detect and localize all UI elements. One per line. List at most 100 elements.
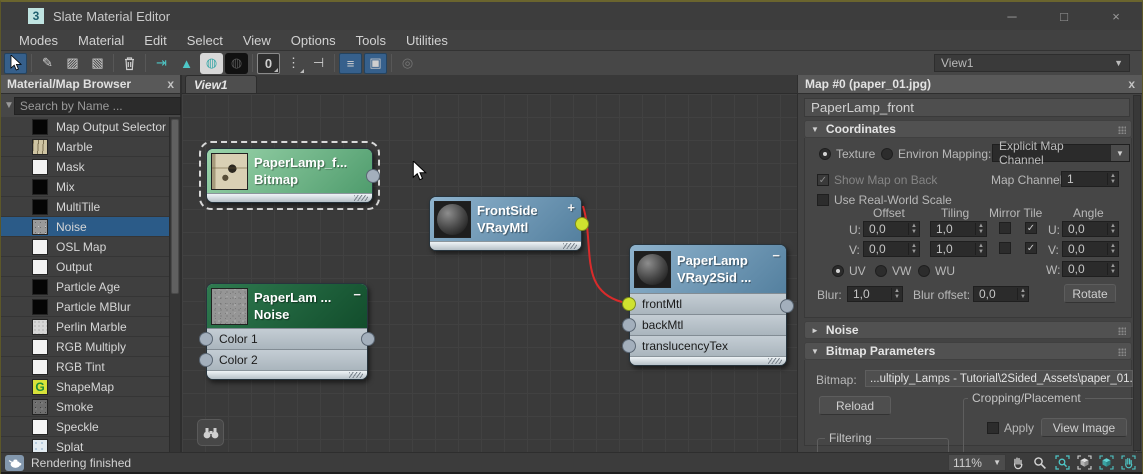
slot-frontmtl[interactable]: frontMtl [630,293,786,314]
tab-view1[interactable]: View1 [185,75,257,93]
list-item[interactable]: Map Output Selector [1,117,180,137]
show-realistic-material-icon[interactable]: ◍ [225,53,248,74]
select-tool-icon[interactable] [4,53,27,74]
spinner-arrows-icon[interactable]: ▲▼ [1107,223,1118,235]
pan-view-icon[interactable] [1008,454,1028,472]
spinner-arrows-icon[interactable]: ▲▼ [975,243,986,255]
list-item-selected[interactable]: Noise [1,217,180,237]
list-item[interactable]: RGB Multiply [1,337,180,357]
map-channel-spinner[interactable]: 1 ▲▼ [1061,171,1119,187]
v-tiling-spinner[interactable]: 1,0▲▼ [930,241,987,257]
vw-radio[interactable] [875,265,887,277]
v-angle-spinner[interactable]: 0,0▲▼ [1062,241,1119,257]
noise-rollout-header[interactable]: ► Noise [804,321,1132,339]
u-tiling-spinner[interactable]: 1,0▲▼ [930,221,987,237]
spinner-arrows-icon[interactable]: ▲▼ [1107,263,1118,275]
parameter-editor-toggle-icon[interactable]: ▣ [364,53,387,74]
navigator-button[interactable] [197,419,224,446]
coordinates-rollout-header[interactable]: ▼ Coordinates [804,120,1132,138]
layout-all-icon[interactable]: ⊣ [307,53,330,74]
parameter-close-icon[interactable]: x [1128,77,1135,91]
uv-radio[interactable] [832,265,844,277]
slot-backmtl[interactable]: backMtl [630,314,786,335]
zoom-region-icon[interactable] [1052,454,1072,472]
reload-button[interactable]: Reload [819,396,891,415]
scrollbar-thumb[interactable] [171,119,179,294]
menu-view[interactable]: View [233,33,281,48]
zoom-extents-selected-icon[interactable] [1096,454,1116,472]
browser-close-icon[interactable]: x [167,77,174,91]
spinner-arrows-icon[interactable]: ▲▼ [1017,288,1028,300]
material-name-field[interactable] [804,98,1130,117]
list-item[interactable]: Marble [1,137,180,157]
node-vray2sided[interactable]: PaperLamp VRay2Sid ... − frontMtl backMt… [629,244,787,366]
collapse-node-icon[interactable]: − [772,248,780,263]
slot-color2[interactable]: Color 2 [207,349,367,370]
zoom-tool-icon[interactable] [1030,454,1050,472]
list-item[interactable]: Particle Age [1,277,180,297]
frontside-output-socket[interactable] [575,217,589,231]
list-item[interactable]: Output [1,257,180,277]
u-angle-spinner[interactable]: 0,0▲▼ [1062,221,1119,237]
environ-radio[interactable] [881,148,893,160]
frontmtl-input-socket[interactable] [622,297,636,311]
translucencytex-input-socket[interactable] [622,339,636,353]
texture-radio[interactable] [819,148,831,160]
view-selector-dropdown[interactable]: View1 ▼ [934,54,1130,72]
close-button[interactable]: × [1090,2,1142,30]
blur-offset-spinner[interactable]: 0,0▲▼ [973,286,1029,302]
mapping-dropdown[interactable]: Explicit Map Channel ▼ [992,144,1130,162]
search-input[interactable] [14,97,181,115]
v-offset-spinner[interactable]: 0,0▲▼ [863,241,920,257]
browser-options-arrow-icon[interactable]: ▼ [4,100,14,111]
menu-modes[interactable]: Modes [9,33,68,48]
list-item[interactable]: OSL Map [1,237,180,257]
list-item[interactable]: Perlin Marble [1,317,180,337]
put-material-to-scene-icon[interactable]: ▧ [86,53,109,74]
backmtl-input-socket[interactable] [622,318,636,332]
vray2sided-output-socket[interactable] [780,299,794,313]
dropdown-arrow-icon[interactable]: ▼ [1110,145,1129,161]
wu-radio[interactable] [918,265,930,277]
pan-to-selected-icon[interactable] [1118,454,1138,472]
bitmap-output-socket[interactable] [366,169,380,183]
collapse-node-icon[interactable]: − [353,287,361,302]
list-item[interactable]: MultiTile [1,197,180,217]
blur-spinner[interactable]: 1,0▲▼ [847,286,903,302]
spinner-arrows-icon[interactable]: ▲▼ [891,288,902,300]
spinner-arrows-icon[interactable]: ▲▼ [908,223,919,235]
menu-material[interactable]: Material [68,33,134,48]
list-item[interactable]: RGB Tint [1,357,180,377]
rotate-button[interactable]: Rotate [1064,284,1116,303]
u-tile-checkbox[interactable]: ✓ [1025,222,1037,234]
node-noise-header[interactable]: PaperLam ... Noise − [207,284,367,328]
noise-output-socket[interactable] [361,332,375,346]
v-mirror-checkbox[interactable] [999,242,1011,254]
material-id-channel-icon[interactable]: 0 [257,53,280,74]
u-offset-spinner[interactable]: 0,0▲▼ [863,221,920,237]
spinner-arrows-icon[interactable]: ▲▼ [1107,243,1118,255]
list-item[interactable]: Smoke [1,397,180,417]
move-children-icon[interactable]: ⇥ [150,53,173,74]
rollout-grip-icon[interactable] [1118,348,1126,356]
spinner-arrows-icon[interactable]: ▲▼ [1107,173,1118,185]
node-bitmap-header[interactable]: PaperLamp_f... Bitmap [207,149,372,193]
rollout-grip-icon[interactable] [1118,327,1126,335]
expand-node-icon[interactable]: + [567,200,575,215]
color1-input-socket[interactable] [199,332,213,346]
zoom-extents-icon[interactable] [1074,454,1094,472]
slot-color1[interactable]: Color 1 [207,328,367,349]
list-item[interactable]: Mix [1,177,180,197]
slot-translucencytex[interactable]: translucencyTex [630,335,786,356]
list-item[interactable]: Splat [1,437,180,452]
spinner-arrows-icon[interactable]: ▲▼ [975,223,986,235]
w-angle-spinner[interactable]: 0,0▲▼ [1062,261,1119,277]
apply-checkbox[interactable] [987,422,999,434]
browser-scrollbar[interactable] [169,117,180,452]
u-mirror-checkbox[interactable] [999,222,1011,234]
menu-select[interactable]: Select [177,33,233,48]
menu-options[interactable]: Options [281,33,346,48]
list-item[interactable]: Particle MBlur [1,297,180,317]
delete-selected-icon[interactable] [118,53,141,74]
v-tile-checkbox[interactable]: ✓ [1025,242,1037,254]
